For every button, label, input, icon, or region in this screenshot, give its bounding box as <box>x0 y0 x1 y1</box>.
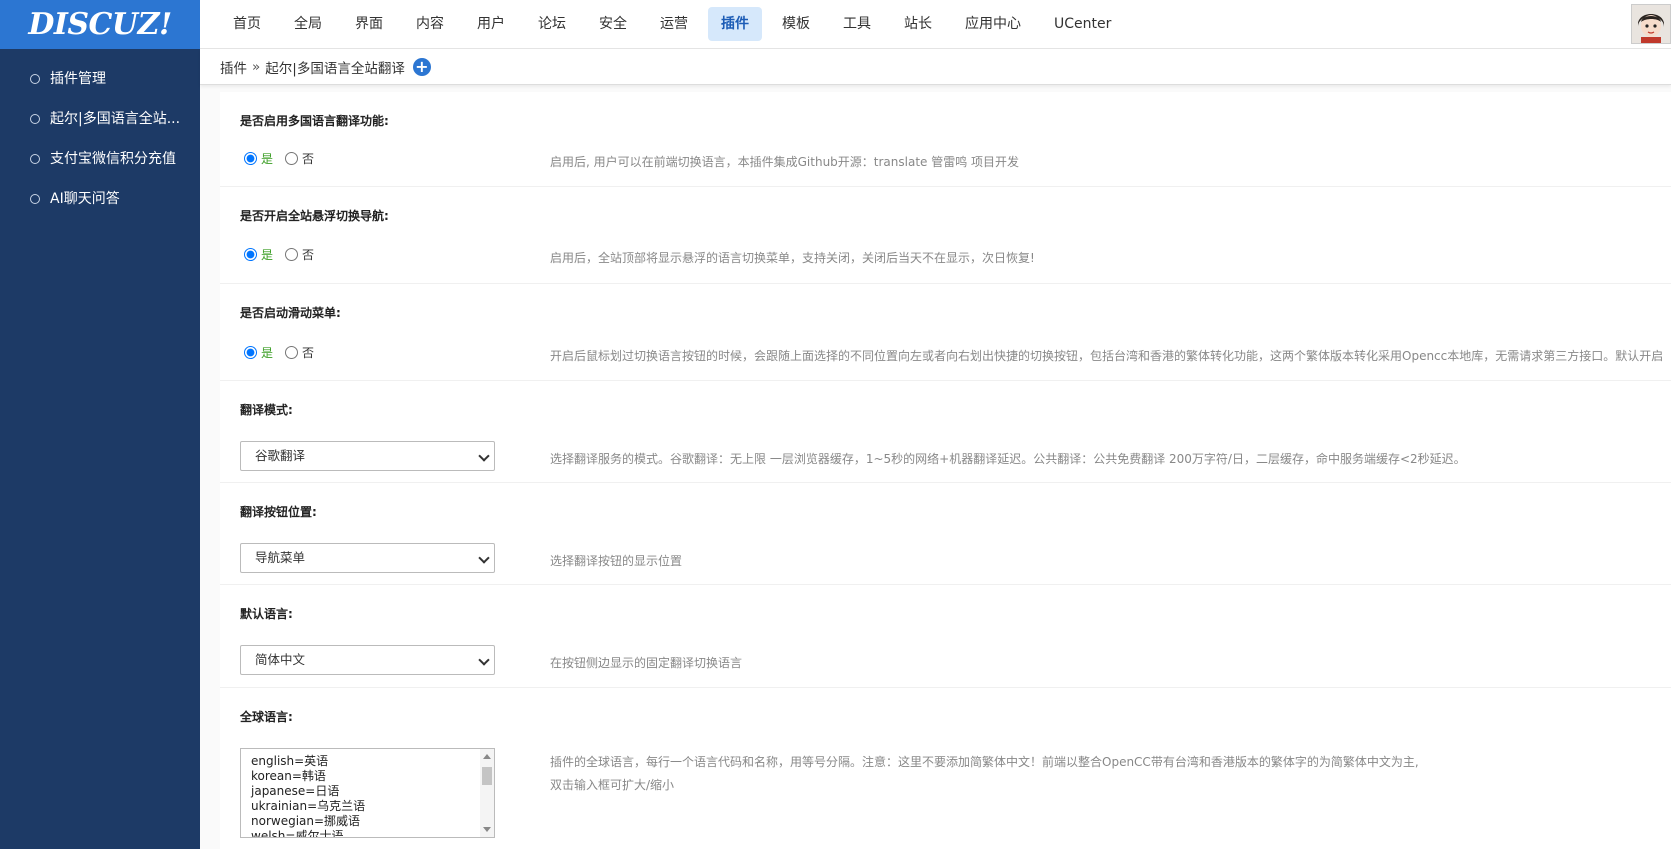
textarea-lines: english=英语 korean=韩语 japanese=日语 ukraini… <box>251 754 366 838</box>
yes-label: 是 <box>261 152 274 166</box>
textarea-scrollbar[interactable] <box>480 749 494 837</box>
nav-item-security[interactable]: 安全 <box>586 7 640 41</box>
chevron-down-icon <box>478 654 490 666</box>
add-icon[interactable]: + <box>412 57 431 76</box>
setting-label: 翻译按钮位置: <box>240 505 317 519</box>
yes-label: 是 <box>261 248 274 262</box>
setting-label: 全球语言: <box>240 710 293 724</box>
language-line: norwegian=挪威语 <box>251 814 361 828</box>
language-line: english=英语 <box>251 754 329 768</box>
setting-default-language: 默认语言: 简体中文 在按钮侧边显示的固定翻译切换语言 <box>220 585 1671 688</box>
settings-panel: 是否启用多国语言翻译功能: 是 否 启用后, 用户可以在前端切换语言，本插件集成… <box>220 92 1671 849</box>
sidebar-item-ai-chat[interactable]: AI聊天问答 <box>0 179 200 219</box>
no-label: 否 <box>302 152 315 166</box>
translate-mode-select[interactable]: 谷歌翻译 <box>240 441 495 471</box>
nav-item-users[interactable]: 用户 <box>464 7 518 41</box>
sidebar-item-alipay-recharge[interactable]: 支付宝微信积分充值 <box>0 139 200 179</box>
no-radio[interactable] <box>285 346 299 359</box>
setting-floating-nav: 是否开启全站悬浮切换导航: 是 否 启用后，全站顶部将显示悬浮的语言切换菜单，支… <box>220 187 1671 284</box>
sidebar-item-label: 起尔|多国语言全站... <box>50 111 181 127</box>
circle-icon <box>30 114 40 124</box>
global-languages-textarea[interactable]: english=英语 korean=韩语 japanese=日语 ukraini… <box>240 748 495 838</box>
setting-global-languages: 全球语言: english=英语 korean=韩语 japanese=日语 u… <box>220 688 1671 849</box>
language-line: ukrainian=乌克兰语 <box>251 799 366 813</box>
setting-label: 是否启动滑动菜单: <box>240 306 341 320</box>
breadcrumb-separator: » <box>252 58 261 75</box>
setting-label: 是否启用多国语言翻译功能: <box>240 114 389 128</box>
setting-tip: 选择翻译按钮的显示位置 <box>550 554 683 568</box>
no-label: 否 <box>302 346 315 360</box>
no-label: 否 <box>302 248 315 262</box>
scroll-thumb[interactable] <box>482 767 492 785</box>
select-value: 导航菜单 <box>255 550 306 565</box>
nav-item-operation[interactable]: 运营 <box>647 7 701 41</box>
setting-tip-resize: 双击输入框可扩大/缩小 <box>550 778 675 792</box>
setting-enable-translate: 是否启用多国语言翻译功能: 是 否 启用后, 用户可以在前端切换语言，本插件集成… <box>220 92 1671 187</box>
yes-radio[interactable] <box>244 248 257 261</box>
setting-tip: 在按钮侧边显示的固定翻译切换语言 <box>550 656 743 670</box>
nav-item-templates[interactable]: 模板 <box>769 7 823 41</box>
button-position-select[interactable]: 导航菜单 <box>240 543 495 573</box>
nav-item-home[interactable]: 首页 <box>220 7 274 41</box>
setting-tip: 选择翻译服务的模式。谷歌翻译：无上限 一层浏览器缓存，1~5秒的网络+机器翻译延… <box>550 452 1466 466</box>
no-radio[interactable] <box>285 248 299 261</box>
setting-tip: 开启后鼠标划过切换语言按钮的时候，会跟随上面选择的不同位置向左或者向右划出快捷的… <box>550 349 1664 363</box>
breadcrumb-current: 起尔|多国语言全站翻译 <box>265 60 405 77</box>
main-nav: 首页 全局 界面 内容 用户 论坛 安全 运营 插件 模板 工具 站长 应用中心… <box>220 7 1131 41</box>
no-radio[interactable] <box>285 152 299 165</box>
setting-label: 翻译模式: <box>240 403 293 417</box>
scroll-up-icon[interactable] <box>483 754 491 759</box>
circle-icon <box>30 194 40 204</box>
nav-item-global[interactable]: 全局 <box>281 7 335 41</box>
sidebar: 插件管理 起尔|多国语言全站... 支付宝微信积分充值 AI聊天问答 <box>0 49 200 849</box>
top-bar: DISCUZ! 首页 全局 界面 内容 用户 论坛 安全 运营 插件 模板 工具… <box>0 0 1671 49</box>
chevron-down-icon <box>478 450 490 462</box>
nav-item-admin[interactable]: 站长 <box>891 7 945 41</box>
select-value: 简体中文 <box>255 652 306 667</box>
breadcrumb-root[interactable]: 插件 <box>220 57 247 77</box>
setting-tip: 插件的全球语言，每行一个语言代码和名称，用等号分隔。注意：这里不要添加简繁体中文… <box>550 755 1419 769</box>
sidebar-item-label: AI聊天问答 <box>50 191 120 207</box>
sidebar-item-label: 插件管理 <box>50 71 106 87</box>
setting-label: 是否开启全站悬浮切换导航: <box>240 209 389 223</box>
circle-icon <box>30 74 40 84</box>
scroll-down-icon[interactable] <box>483 827 491 832</box>
nav-item-content[interactable]: 内容 <box>403 7 457 41</box>
breadcrumb: 插件 » 起尔|多国语言全站翻译 + <box>200 49 1671 85</box>
sidebar-item-label: 支付宝微信积分充值 <box>50 151 176 167</box>
nav-item-style[interactable]: 界面 <box>342 7 396 41</box>
avatar[interactable] <box>1631 4 1671 44</box>
select-value: 谷歌翻译 <box>255 448 306 463</box>
nav-item-tools[interactable]: 工具 <box>830 7 884 41</box>
logo-text: DISCUZ! <box>28 7 172 42</box>
discuz-logo[interactable]: DISCUZ! <box>0 0 200 49</box>
circle-icon <box>30 154 40 164</box>
setting-slide-menu: 是否启动滑动菜单: 是 否 开启后鼠标划过切换语言按钮的时候，会跟随上面选择的不… <box>220 284 1671 381</box>
setting-translate-mode: 翻译模式: 谷歌翻译 选择翻译服务的模式。谷歌翻译：无上限 一层浏览器缓存，1~… <box>220 381 1671 483</box>
language-line: welsh=威尔士语 <box>251 829 344 838</box>
floating-nav-radios: 是 否 <box>240 246 314 263</box>
chevron-down-icon <box>478 552 490 564</box>
sidebar-item-translate-plugin[interactable]: 起尔|多国语言全站... <box>0 99 200 139</box>
setting-tip: 启用后，全站顶部将显示悬浮的语言切换菜单，支持关闭，关闭后当天不在显示，次日恢复… <box>550 251 1035 265</box>
nav-item-forum[interactable]: 论坛 <box>525 7 579 41</box>
yes-radio[interactable] <box>244 346 257 359</box>
slide-menu-radios: 是 否 <box>240 344 314 361</box>
sidebar-item-plugin-manage[interactable]: 插件管理 <box>0 59 200 99</box>
avatar-icon <box>1632 5 1670 43</box>
enable-translate-radios: 是 否 <box>240 150 314 167</box>
default-language-select[interactable]: 简体中文 <box>240 645 495 675</box>
language-line: japanese=日语 <box>251 784 340 798</box>
nav-item-app-center[interactable]: 应用中心 <box>952 7 1034 41</box>
language-line: korean=韩语 <box>251 769 326 783</box>
yes-radio[interactable] <box>244 152 257 165</box>
setting-label: 默认语言: <box>240 607 293 621</box>
setting-button-position: 翻译按钮位置: 导航菜单 选择翻译按钮的显示位置 <box>220 483 1671 585</box>
yes-label: 是 <box>261 346 274 360</box>
nav-item-ucenter[interactable]: UCenter <box>1041 7 1124 41</box>
nav-item-plugins[interactable]: 插件 <box>708 7 762 41</box>
setting-tip: 启用后, 用户可以在前端切换语言，本插件集成Github开源：translate… <box>550 155 1020 169</box>
